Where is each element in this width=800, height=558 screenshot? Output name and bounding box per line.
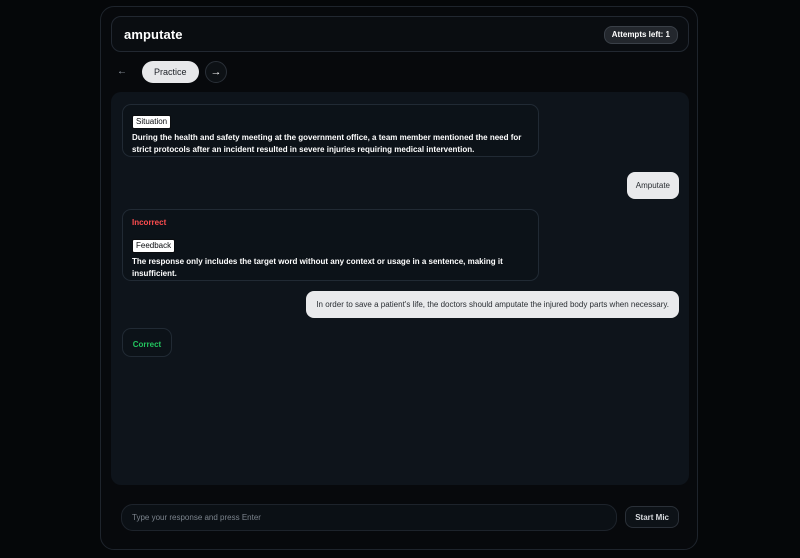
situation-card: Situation During the health and safety m… [122, 104, 539, 157]
user-message: In order to save a patient's life, the d… [306, 291, 679, 318]
feedback-tag: Feedback [132, 239, 176, 253]
feedback-status-correct: Correct [132, 340, 162, 349]
feedback-status-incorrect: Incorrect [132, 218, 167, 227]
situation-tag: Situation [132, 115, 172, 129]
user-message: Amputate [626, 172, 679, 199]
app-window: amputate Attempts left: 1 ← Practice → S… [100, 6, 698, 550]
chat-panel: Situation During the health and safety m… [111, 92, 689, 485]
feedback-card-correct: Correct [122, 328, 172, 357]
situation-text: During the health and safety meeting at … [132, 133, 522, 154]
mode-pill-practice[interactable]: Practice [142, 61, 199, 83]
page-title: amputate [124, 27, 183, 42]
attempts-badge: Attempts left: 1 [603, 26, 678, 44]
start-mic-button[interactable]: Start Mic [625, 506, 679, 528]
feedback-text: The response only includes the target wo… [132, 257, 503, 278]
arrow-left-icon[interactable]: ← [111, 61, 133, 83]
arrow-right-icon[interactable]: → [205, 61, 227, 83]
response-input[interactable] [121, 504, 617, 531]
composer: Start Mic [111, 504, 689, 532]
feedback-card: Incorrect Feedback The response only inc… [122, 209, 539, 281]
nav-row: ← Practice → [111, 61, 311, 85]
header: amputate Attempts left: 1 [111, 16, 689, 52]
